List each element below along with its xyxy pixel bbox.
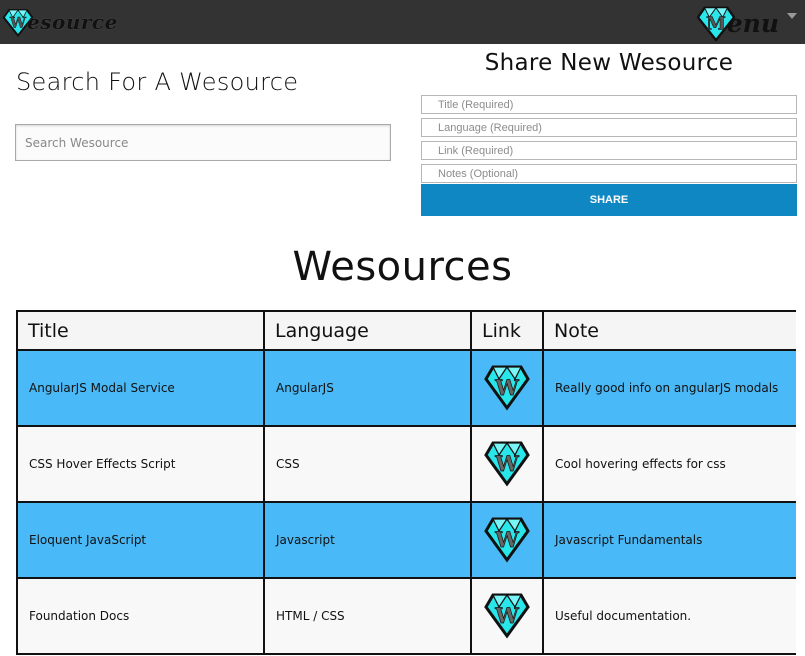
language-field[interactable] — [421, 118, 797, 137]
chevron-down-icon — [787, 13, 797, 19]
top-bar: W esource M enu — [0, 0, 805, 44]
gem-link-icon[interactable]: W — [484, 514, 530, 564]
gem-link-icon[interactable]: W — [484, 362, 530, 412]
column-header-language: Language — [263, 310, 472, 351]
page-title: Wesources — [292, 244, 513, 290]
column-header-link: Link — [470, 310, 544, 351]
cell-language: Javascript — [263, 501, 472, 579]
search-input[interactable] — [15, 124, 391, 161]
column-header-note: Note — [542, 310, 796, 351]
cell-language: AngularJS — [263, 349, 472, 427]
cell-title: Eloquent JavaScript — [16, 501, 265, 579]
cell-link: W — [470, 425, 544, 503]
column-header-title: Title — [16, 310, 265, 351]
wesources-table-container: Title Language Link Note AngularJS Modal… — [16, 310, 796, 656]
search-title: Search For A Wesource — [16, 68, 299, 96]
gem-letter: W — [494, 375, 519, 400]
gem-letter: W — [494, 527, 519, 552]
cell-note: Javascript Fundamentals — [542, 501, 796, 579]
table-row: Foundation Docs HTML / CSS W Useful documen… — [16, 577, 796, 655]
share-title: Share New Wesource — [484, 50, 734, 76]
table-header-row: Title Language Link Note — [16, 310, 796, 351]
notes-field[interactable] — [421, 164, 797, 183]
wesources-table: Title Language Link Note AngularJS Modal… — [16, 310, 796, 655]
logo-text: esource — [27, 10, 118, 34]
cell-note: Really good info on angularJS modals — [542, 349, 796, 427]
gem-link-icon[interactable]: W — [484, 590, 530, 640]
menu-letter: M — [706, 14, 726, 35]
menu-button[interactable]: M enu — [696, 3, 797, 43]
cell-title: Foundation Docs — [16, 577, 265, 655]
gem-link-icon[interactable]: W — [484, 438, 530, 488]
cell-language: CSS — [263, 425, 472, 503]
menu-text: enu — [726, 8, 779, 38]
table-row: Eloquent JavaScript Javascript W Javascript… — [16, 501, 796, 579]
gem-letter: W — [494, 451, 519, 476]
cell-note: Cool hovering effects for css — [542, 425, 796, 503]
cell-note: Useful documentation. — [542, 577, 796, 655]
table-row: CSS Hover Effects Script CSS W Cool hoverin… — [16, 425, 796, 503]
link-field[interactable] — [421, 141, 797, 160]
cell-link: W — [470, 501, 544, 579]
cell-title: AngularJS Modal Service — [16, 349, 265, 427]
title-field[interactable] — [421, 95, 797, 114]
cell-title: CSS Hover Effects Script — [16, 425, 265, 503]
gem-letter: W — [494, 603, 519, 628]
cell-link: W — [470, 577, 544, 655]
logo-letter: W — [9, 15, 27, 31]
cell-language: HTML / CSS — [263, 577, 472, 655]
cell-link: W — [470, 349, 544, 427]
site-logo[interactable]: W esource — [3, 4, 118, 40]
share-button[interactable]: SHARE — [421, 184, 797, 216]
table-row: AngularJS Modal Service AngularJS W Really … — [16, 349, 796, 427]
